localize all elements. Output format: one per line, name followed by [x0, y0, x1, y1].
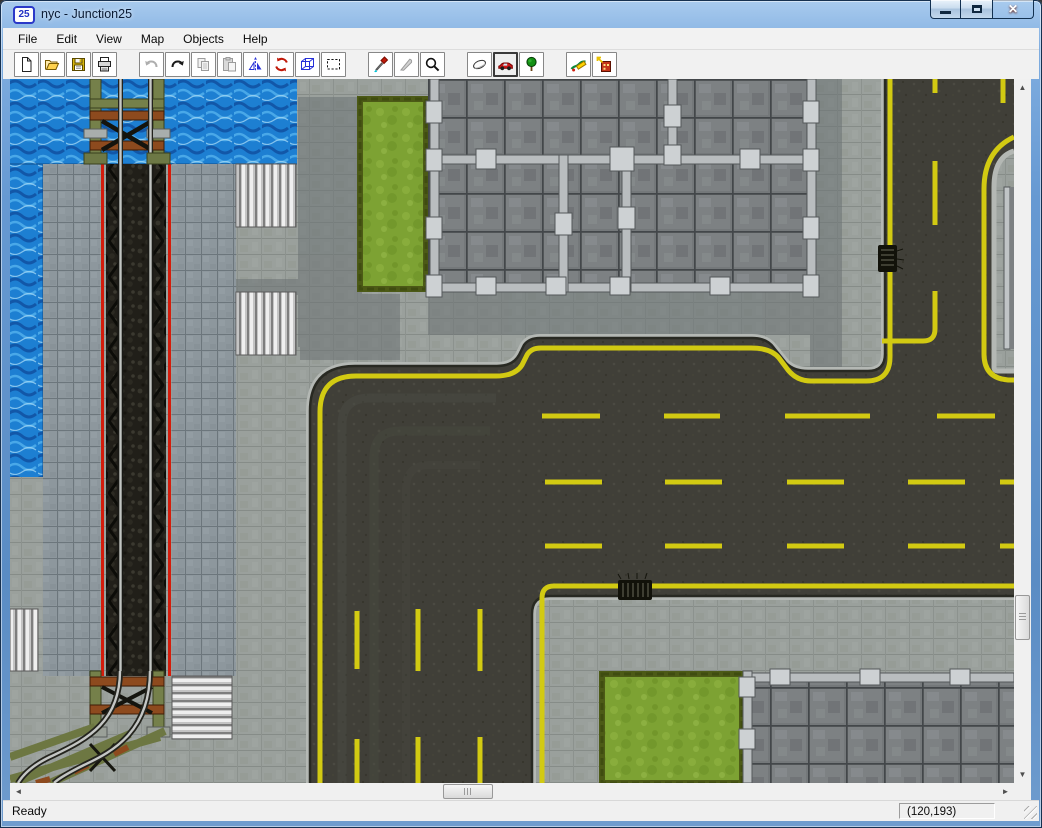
window-title: nyc - Junction25 — [41, 7, 133, 21]
horizontal-scroll-thumb[interactable] — [443, 784, 493, 799]
close-icon: ✕ — [1007, 1, 1019, 16]
magnifier-button[interactable] — [420, 52, 445, 77]
knife-icon — [400, 58, 413, 71]
maximize-icon — [971, 5, 982, 13]
magnifier-icon — [425, 57, 440, 72]
eyedropper-icon — [374, 56, 389, 73]
flip-icon — [248, 57, 262, 72]
new-file-button[interactable] — [14, 52, 39, 77]
rotate-icon — [275, 57, 288, 72]
grass-park-bottom — [599, 671, 745, 783]
statusbar: Ready (120,193) — [3, 800, 1039, 821]
menu-help[interactable]: Help — [235, 29, 276, 49]
copy-button[interactable] — [191, 52, 216, 77]
undo-icon — [145, 60, 158, 68]
save-file-button[interactable] — [66, 52, 91, 77]
select-marquee-button[interactable] — [321, 52, 346, 77]
app-icon[interactable]: 25 — [13, 6, 35, 24]
status-message: Ready — [12, 804, 47, 818]
horizontal-scrollbar[interactable]: ◄ ► — [10, 783, 1014, 800]
copy-icon — [197, 58, 209, 71]
eyedropper-button[interactable] — [368, 52, 393, 77]
vehicle-button[interactable] — [493, 52, 518, 77]
open-file-button[interactable] — [40, 52, 65, 77]
minimize-button[interactable] — [930, 0, 961, 19]
scroll-down-arrow[interactable]: ▼ — [1014, 766, 1031, 783]
paste-icon — [223, 57, 236, 72]
right-city-block — [991, 148, 1014, 374]
print-icon — [98, 57, 111, 72]
cursor-coordinates: (120,193) — [899, 803, 995, 819]
perspective-box-icon — [301, 58, 314, 70]
toolbar — [3, 50, 1039, 79]
scroll-right-arrow[interactable]: ► — [997, 783, 1014, 800]
eraser-button[interactable] — [467, 52, 492, 77]
flip-button[interactable] — [243, 52, 268, 77]
knife-button[interactable] — [394, 52, 419, 77]
menu-edit[interactable]: Edit — [48, 29, 85, 49]
select-marquee-icon — [327, 59, 340, 70]
scroll-left-arrow[interactable]: ◄ — [10, 783, 27, 800]
new-file-icon — [22, 57, 32, 72]
scrollbar-corner — [1014, 783, 1031, 800]
titlebar[interactable]: 25 nyc - Junction25 ✕ — [0, 0, 1042, 28]
scroll-up-arrow[interactable]: ▲ — [1014, 79, 1031, 96]
map-canvas[interactable] — [10, 79, 1014, 783]
maximize-button[interactable] — [961, 0, 993, 19]
terrain-paint-button[interactable] — [566, 52, 591, 77]
grass-park-top — [357, 96, 429, 292]
railroad-track — [101, 164, 171, 676]
paste-button[interactable] — [217, 52, 242, 77]
vertical-scrollbar[interactable]: ▲ ▼ — [1014, 79, 1031, 783]
building-bottom-right — [738, 668, 1014, 783]
tree-button[interactable] — [519, 52, 544, 77]
menu-file[interactable]: File — [10, 29, 45, 49]
redo-button[interactable] — [165, 52, 190, 77]
building-top — [425, 79, 820, 298]
tile-map — [10, 79, 1014, 783]
close-button[interactable]: ✕ — [993, 0, 1034, 19]
terrain-paint-icon — [570, 60, 587, 72]
undo-button[interactable] — [139, 52, 164, 77]
resize-grip[interactable] — [1024, 806, 1037, 819]
rotate-button[interactable] — [269, 52, 294, 77]
perspective-box-button[interactable] — [295, 52, 320, 77]
menu-map[interactable]: Map — [133, 29, 172, 49]
save-file-icon — [72, 58, 85, 71]
redo-icon — [171, 60, 184, 68]
tree-icon — [526, 56, 537, 71]
app-window: 25 nyc - Junction25 ✕ File Edit View Map… — [0, 0, 1042, 828]
menubar: File Edit View Map Objects Help — [3, 28, 1039, 50]
place-building-icon — [596, 56, 611, 72]
vertical-scroll-thumb[interactable] — [1015, 595, 1030, 640]
place-building-button[interactable] — [592, 52, 617, 77]
open-file-icon — [45, 60, 60, 70]
menu-view[interactable]: View — [88, 29, 130, 49]
minimize-icon — [940, 10, 951, 14]
vehicle-icon — [498, 62, 513, 71]
menu-objects[interactable]: Objects — [175, 29, 232, 49]
print-button[interactable] — [92, 52, 117, 77]
eraser-icon — [473, 59, 486, 70]
